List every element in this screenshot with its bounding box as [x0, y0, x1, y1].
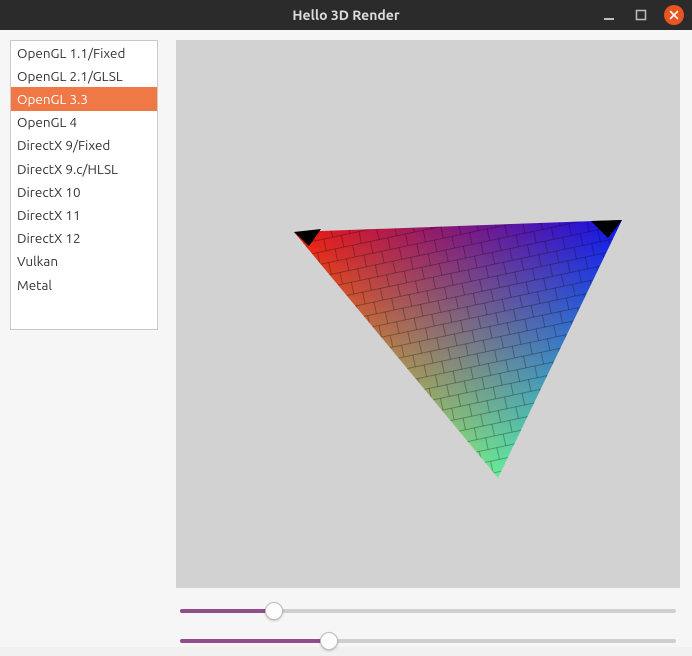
minimize-button[interactable]: [600, 6, 618, 24]
slider-fill: [180, 609, 274, 613]
renderer-listbox[interactable]: OpenGL 1.1/FixedOpenGL 2.1/GLSLOpenGL 3.…: [10, 40, 158, 330]
list-item[interactable]: DirectX 9.c/HLSL: [11, 157, 157, 180]
window-controls: [600, 0, 684, 30]
maximize-icon: [635, 9, 647, 21]
slider-track: [180, 609, 676, 613]
slider-thumb[interactable]: [265, 602, 283, 620]
list-item[interactable]: DirectX 9/Fixed: [11, 134, 157, 157]
minimize-icon: [603, 9, 615, 21]
rendered-triangle: [176, 40, 680, 588]
list-item[interactable]: DirectX 12: [11, 227, 157, 250]
list-item[interactable]: Metal: [11, 273, 157, 296]
maximize-button[interactable]: [632, 6, 650, 24]
render-viewport[interactable]: [176, 40, 680, 588]
window-title: Hello 3D Render: [292, 7, 399, 23]
slider-fill: [180, 639, 329, 643]
slider-1[interactable]: [176, 596, 680, 626]
slider-track: [180, 639, 676, 643]
list-item[interactable]: OpenGL 3.3: [11, 87, 157, 110]
slider-thumb[interactable]: [320, 632, 338, 650]
list-item[interactable]: Vulkan: [11, 250, 157, 273]
app-window: Hello 3D Render OpenGL 1.1/FixedOpenGL 2…: [0, 0, 692, 647]
slider-2[interactable]: [176, 626, 680, 656]
client-area: OpenGL 1.1/FixedOpenGL 2.1/GLSLOpenGL 3.…: [0, 30, 692, 647]
titlebar: Hello 3D Render: [0, 0, 692, 30]
list-item[interactable]: OpenGL 4: [11, 111, 157, 134]
list-item[interactable]: OpenGL 2.1/GLSL: [11, 64, 157, 87]
close-button[interactable]: [664, 5, 684, 25]
slider-panel: [176, 596, 680, 656]
close-icon: [669, 10, 679, 20]
list-item[interactable]: OpenGL 1.1/Fixed: [11, 41, 157, 64]
list-item[interactable]: DirectX 11: [11, 204, 157, 227]
list-item[interactable]: DirectX 10: [11, 180, 157, 203]
